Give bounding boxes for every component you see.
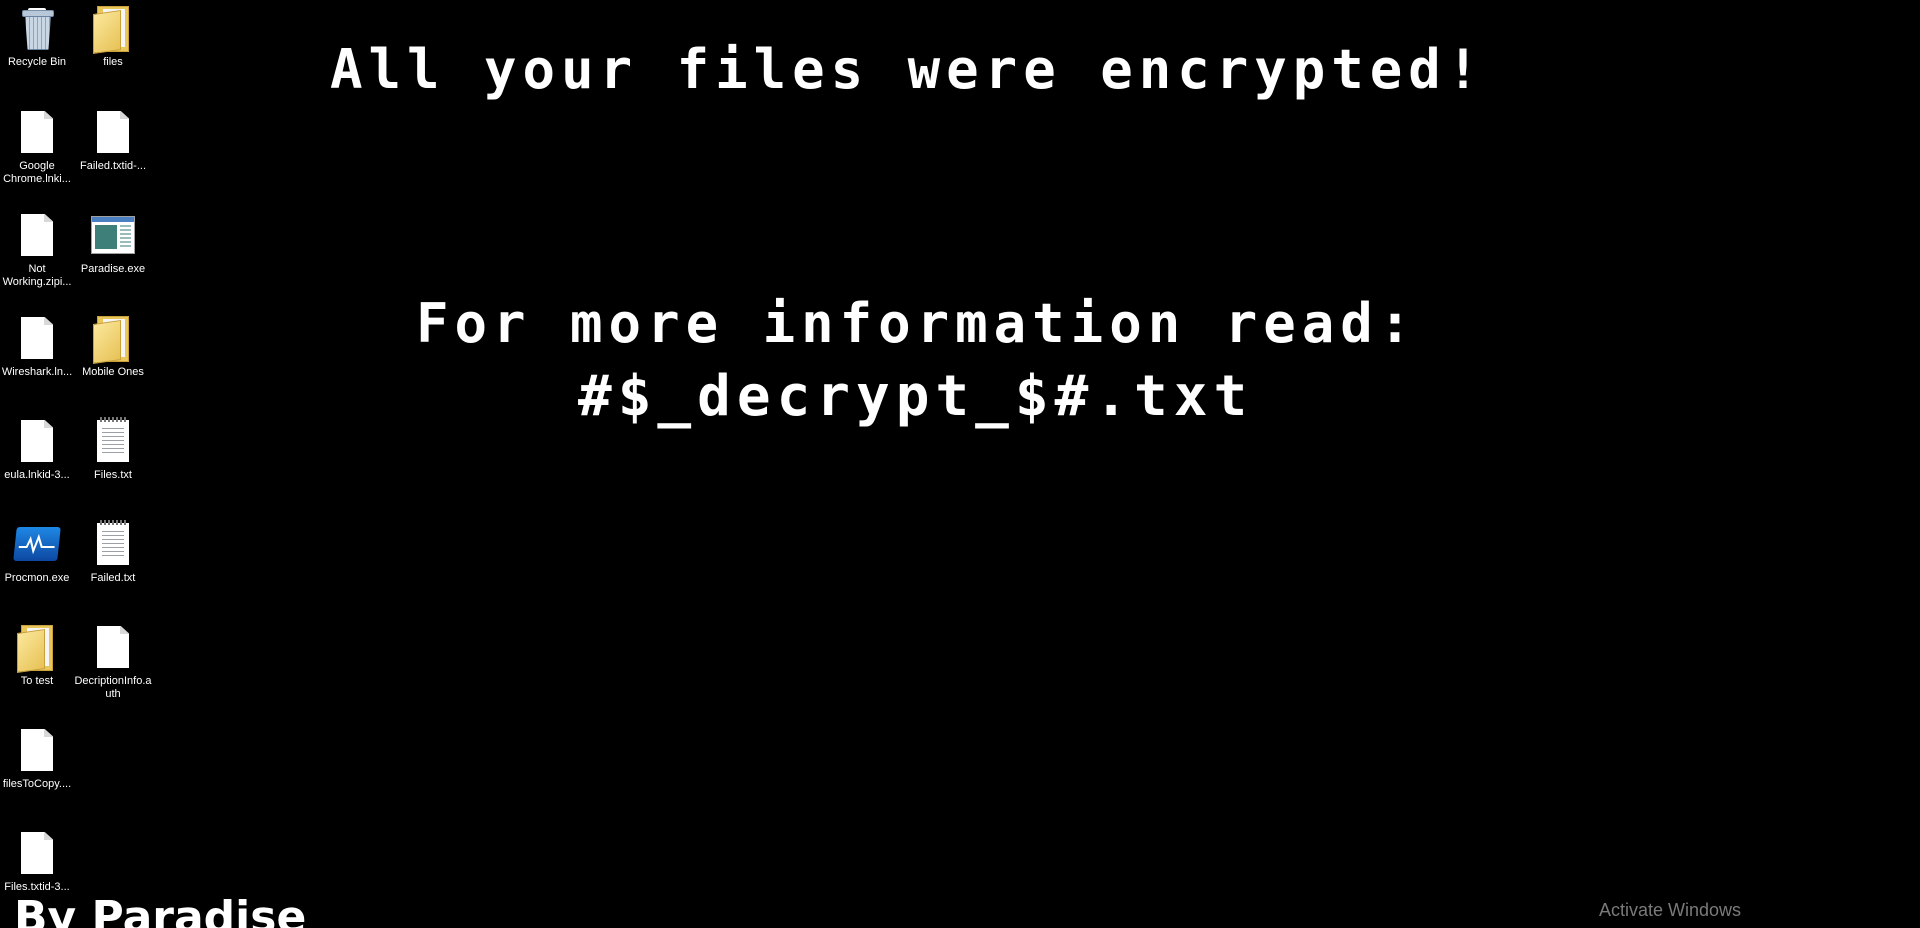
recycle-bin-icon (13, 4, 61, 52)
file-icon (89, 623, 137, 671)
desktop-icon-label: Google Chrome.lnki... (3, 160, 71, 185)
ransom-signature: By Paradise (14, 892, 307, 928)
desktop-icon-label: DecriptionInfo.auth (74, 675, 152, 700)
desktop-icon-paradise-exe[interactable]: Paradise.exe (76, 211, 150, 276)
desktop-icon-failed-txt[interactable]: Failed.txt (76, 520, 150, 585)
desktop-icon-label: Files.txt (94, 469, 132, 481)
desktop-icon-failed-txtid[interactable]: Failed.txtid-... (76, 108, 150, 173)
desktop-icon-area: Recycle Bin files Google Chrome.lnki... … (0, 0, 156, 928)
desktop-icon-to-test-folder[interactable]: To test (0, 623, 74, 688)
folder-icon (89, 314, 137, 364)
ransom-info-text: For more information read: (416, 292, 1418, 355)
desktop-icon-label: Failed.txtid-... (79, 160, 147, 172)
file-icon (13, 108, 61, 156)
desktop-icon-label: Recycle Bin (7, 56, 67, 68)
desktop-icon-label: Not Working.zipi... (2, 263, 72, 288)
file-icon (13, 726, 61, 774)
file-icon (13, 417, 61, 465)
desktop-icon-label: eula.lnkid-3... (4, 469, 70, 481)
desktop-icon-label: filesToCopy.... (2, 778, 72, 790)
desktop-icon-label: files (103, 56, 123, 68)
desktop-icon-wireshark[interactable]: Wireshark.ln... (0, 314, 74, 379)
ransom-decrypt-filename: #$_decrypt_$#.txt (578, 364, 1254, 429)
text-file-icon (89, 417, 137, 465)
desktop-icon-label: Failed.txt (90, 572, 136, 584)
ransom-headline: All your files were encrypted! (330, 38, 1486, 101)
desktop-icon-mobile-ones-folder[interactable]: Mobile Ones (76, 314, 150, 379)
desktop-icon-label: Procmon.exe (4, 572, 70, 584)
file-icon (13, 829, 61, 877)
activate-windows-watermark: Activate Windows (1599, 900, 1742, 920)
desktop-icon-files-to-copy[interactable]: filesToCopy.... (0, 726, 74, 791)
folder-icon (13, 623, 61, 673)
file-icon (13, 314, 61, 362)
desktop-icon-google-chrome[interactable]: Google Chrome.lnki... (0, 108, 74, 186)
desktop-icon-files-folder[interactable]: files (76, 4, 150, 69)
text-file-icon (89, 520, 137, 568)
folder-icon (89, 4, 137, 54)
desktop-icon-label: Wireshark.ln... (1, 366, 73, 378)
desktop-icon-eula[interactable]: eula.lnkid-3... (0, 417, 74, 482)
desktop-icon-procmon[interactable]: Procmon.exe (0, 520, 74, 585)
desktop-icon-label: Paradise.exe (80, 263, 146, 275)
file-icon (13, 211, 61, 259)
desktop-icon-decription-info[interactable]: DecriptionInfo.auth (74, 623, 152, 701)
file-icon (89, 108, 137, 156)
desktop-icon-not-working[interactable]: Not Working.zipi... (0, 211, 74, 289)
desktop-icon-label: Mobile Ones (82, 366, 144, 378)
desktop-icon-label: To test (20, 675, 54, 687)
desktop-icon-files-txt[interactable]: Files.txt (76, 417, 150, 482)
desktop-icon-recycle-bin[interactable]: Recycle Bin (0, 4, 74, 69)
desktop-icon-files-txtid[interactable]: Files.txtid-3... (0, 829, 74, 894)
procmon-icon (13, 520, 61, 568)
application-icon (89, 211, 137, 259)
